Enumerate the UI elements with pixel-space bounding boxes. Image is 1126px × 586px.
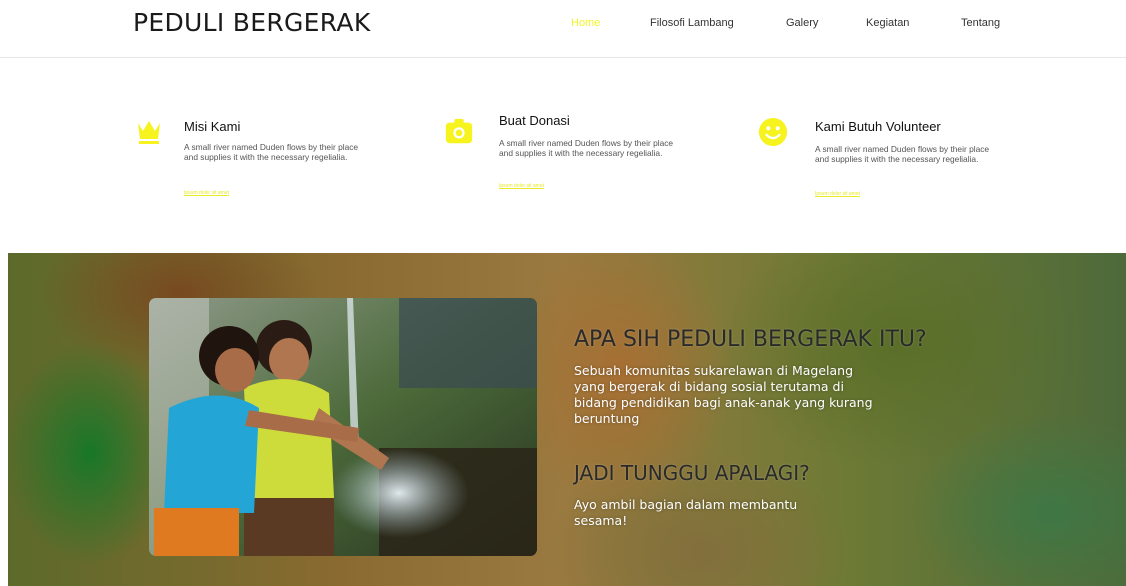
feature-text: A small river named Duden flows by their… bbox=[499, 138, 674, 158]
children-water-photo bbox=[149, 298, 537, 556]
feature-kami-butuh-volunteer: Kami Butuh Volunteer A small river named… bbox=[758, 59, 989, 249]
nav-filosofi-lambang[interactable]: Filosofi Lambang bbox=[650, 17, 734, 29]
nav-kegiatan[interactable]: Kegiatan bbox=[866, 17, 909, 29]
feature-title: Buat Donasi bbox=[499, 113, 570, 128]
hero-left-edge bbox=[0, 253, 8, 586]
feature-text: A small river named Duden flows by their… bbox=[815, 144, 990, 164]
feature-link[interactable]: Ipsum dolor sit amet bbox=[499, 183, 544, 189]
feature-text: A small river named Duden flows by their… bbox=[184, 142, 359, 162]
feature-link[interactable]: Ipsum dolor sit amet bbox=[184, 190, 229, 196]
nav-tentang[interactable]: Tentang bbox=[961, 17, 1000, 29]
hero-heading-about: APA SIH PEDULI BERGERAK ITU? bbox=[574, 327, 927, 352]
features-section: Misi Kami A small river named Duden flow… bbox=[0, 59, 1126, 253]
feature-misi-kami: Misi Kami A small river named Duden flow… bbox=[130, 59, 360, 249]
nav-home[interactable]: Home bbox=[571, 17, 600, 29]
hero-paragraph-cta: Ayo ambil bagian dalam membantu sesama! bbox=[574, 497, 798, 528]
camera-icon bbox=[444, 116, 474, 146]
main-nav: Home Filosofi Lambang Galery Kegiatan Te… bbox=[0, 17, 1126, 31]
feature-link[interactable]: Ipsum dolor sit amet bbox=[815, 191, 860, 197]
hero-paragraph-about: Sebuah komunitas sukarelawan di Magelang… bbox=[574, 363, 873, 426]
site-header: PEDULI BERGERAK Home Filosofi Lambang Ga… bbox=[0, 0, 1126, 58]
feature-buat-donasi: Buat Donasi A small river named Duden fl… bbox=[444, 59, 674, 249]
feature-title: Kami Butuh Volunteer bbox=[815, 119, 941, 134]
smiley-icon bbox=[758, 117, 788, 147]
feature-title: Misi Kami bbox=[184, 119, 241, 134]
hero-section: APA SIH PEDULI BERGERAK ITU? Sebuah komu… bbox=[0, 253, 1126, 586]
nav-galery[interactable]: Galery bbox=[786, 17, 818, 29]
hero-heading-cta: JADI TUNGGU APALAGI? bbox=[574, 461, 810, 485]
crown-icon bbox=[134, 117, 164, 147]
